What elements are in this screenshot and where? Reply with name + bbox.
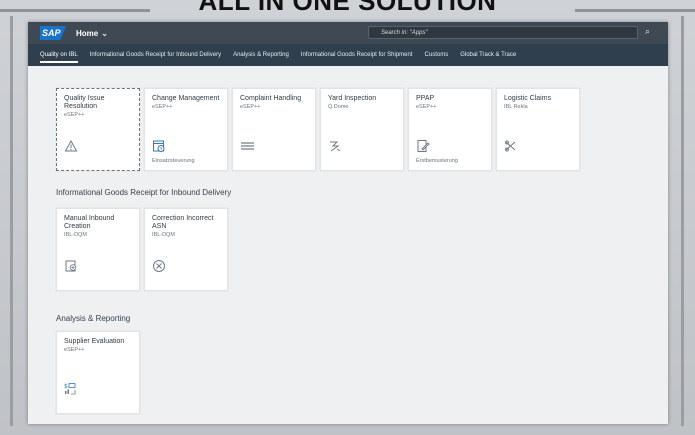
edit-document-icon bbox=[416, 139, 430, 153]
analytics-icon: $ bbox=[64, 382, 78, 396]
tile-subtitle: IBL Rekla bbox=[504, 104, 528, 110]
tile-title: Supplier Evaluation bbox=[64, 338, 125, 345]
tile-subtitle: eSEP++ bbox=[64, 112, 85, 118]
tile-subtitle: IBL-DQM bbox=[152, 232, 175, 238]
tile-ppap[interactable]: PPAP eSEP++ Erstbemusterung bbox=[408, 88, 492, 171]
inspection-icon bbox=[328, 139, 342, 153]
tile-correction-incorrect-asn[interactable]: Correction Incorrect ASN IBL-DQM bbox=[144, 208, 228, 291]
tile-supplier-evaluation[interactable]: Supplier Evaluation eSEP++ $ bbox=[56, 331, 140, 414]
tile-footer: Erstbemusterung bbox=[416, 158, 458, 164]
tile-title: Change Management bbox=[152, 95, 220, 102]
circle-x-icon bbox=[152, 259, 166, 273]
scissors-icon bbox=[504, 139, 518, 153]
svg-text:$: $ bbox=[64, 383, 68, 390]
launchpad-content: Quality Issue Resolution eSEP++ Change M… bbox=[28, 66, 668, 424]
calendar-clock-icon bbox=[152, 139, 166, 153]
tile-title: Logistic Claims bbox=[504, 95, 552, 102]
tab-customs[interactable]: Customs bbox=[425, 45, 449, 65]
tile-subtitle: eSEP++ bbox=[64, 347, 85, 353]
home-menu[interactable]: Home ⌄ bbox=[76, 29, 108, 38]
tile-title: Complaint Handling bbox=[240, 95, 302, 102]
sap-logo[interactable]: SAP bbox=[40, 26, 66, 40]
search-icon[interactable]: ⌕ bbox=[645, 26, 650, 37]
tab-informational-goods-receipt-inbound[interactable]: Informational Goods Receipt for Inbound … bbox=[90, 45, 221, 65]
sap-launchpad-window: SAP Home ⌄ Search in: "Apps" ⌕ Quality o… bbox=[28, 22, 668, 424]
tile-manual-inbound-creation[interactable]: Manual Inbound Creation IBL-DQM bbox=[56, 208, 140, 291]
tile-title: Correction Incorrect ASN bbox=[152, 215, 214, 230]
tile-quality-issue-resolution[interactable]: Quality Issue Resolution eSEP++ bbox=[56, 88, 140, 171]
slide-background: ALL IN ONE SOLUTION SAP Home ⌄ Search in… bbox=[0, 0, 695, 435]
tab-quality-on-ibl[interactable]: Quality on IBL bbox=[40, 45, 78, 65]
tile-title: Manual Inbound Creation bbox=[64, 215, 115, 230]
tile-complaint-handling[interactable]: Complaint Handling eSEP++ bbox=[232, 88, 316, 171]
slide-headline: ALL IN ONE SOLUTION bbox=[198, 0, 497, 16]
tile-subtitle: eSEP++ bbox=[152, 104, 173, 110]
search-input[interactable]: Search in: "Apps" bbox=[368, 26, 638, 39]
decorative-line-left bbox=[0, 9, 150, 12]
warning-icon bbox=[64, 139, 78, 153]
tile-yard-inspection[interactable]: Yard Inspection Q.Dome bbox=[320, 88, 404, 171]
section-title-analysis-reporting: Analysis & Reporting bbox=[56, 314, 131, 323]
group-navigation-bar: Quality on IBL Informational Goods Recei… bbox=[28, 44, 668, 66]
tile-subtitle: eSEP++ bbox=[240, 104, 261, 110]
document-lines-icon bbox=[240, 139, 254, 153]
section-title-informational-goods-receipt: Informational Goods Receipt for Inbound … bbox=[56, 188, 232, 197]
tile-title: PPAP bbox=[416, 95, 435, 102]
tile-title: Yard Inspection bbox=[328, 95, 377, 102]
home-label: Home bbox=[76, 28, 99, 38]
chevron-down-icon: ⌄ bbox=[101, 28, 108, 38]
shell-bar: SAP Home ⌄ Search in: "Apps" ⌕ bbox=[28, 22, 668, 44]
tab-analysis-reporting[interactable]: Analysis & Reporting bbox=[233, 45, 289, 65]
decorative-line-right bbox=[575, 9, 695, 12]
tile-subtitle: Q.Dome bbox=[328, 104, 349, 110]
tile-change-management[interactable]: Change Management eSEP++ Einsatzsteuerun… bbox=[144, 88, 228, 171]
tile-subtitle: eSEP++ bbox=[416, 104, 437, 110]
decorative-rail-right bbox=[681, 16, 684, 426]
tile-logistic-claims[interactable]: Logistic Claims IBL Rekla bbox=[496, 88, 580, 171]
tile-subtitle: IBL-DQM bbox=[64, 232, 87, 238]
decorative-rail-left bbox=[10, 16, 13, 426]
tab-global-track-trace[interactable]: Global Track & Trace bbox=[460, 45, 516, 65]
tab-informational-goods-receipt-shipment[interactable]: Informational Goods Receipt for Shipment bbox=[301, 45, 413, 65]
add-document-icon bbox=[64, 259, 78, 273]
tile-title: Quality Issue Resolution bbox=[64, 95, 105, 110]
tile-footer: Einsatzsteuerung bbox=[152, 158, 195, 164]
